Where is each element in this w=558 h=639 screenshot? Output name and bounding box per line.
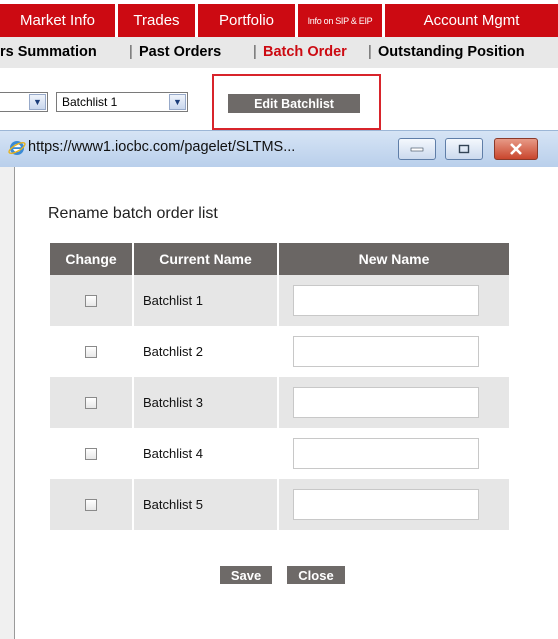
close-icon (510, 143, 522, 155)
current-name-cell: Batchlist 4 (133, 428, 279, 479)
column-header-current-name: Current Name (133, 243, 279, 275)
new-name-cell (278, 326, 509, 377)
close-window-button[interactable] (494, 138, 538, 160)
filter-select[interactable]: ▼ (0, 92, 48, 112)
tab-account-mgmt[interactable]: Account Mgmt (385, 4, 558, 37)
highlight-box (212, 74, 381, 130)
subnav-past-orders[interactable]: Past Orders (139, 44, 221, 60)
change-checkbox[interactable] (85, 498, 97, 511)
internet-explorer-icon (8, 141, 26, 155)
change-checkbox[interactable] (85, 396, 97, 409)
new-name-input[interactable] (293, 285, 479, 316)
maximize-icon (458, 144, 470, 154)
subnav-outstanding-position[interactable]: Outstanding Position (378, 44, 525, 60)
minimize-icon (410, 147, 424, 152)
sub-navigation: rs Summation | Past Orders | Batch Order… (0, 37, 558, 68)
change-cell (50, 275, 134, 326)
table-row: Batchlist 5 (50, 479, 509, 530)
new-name-cell (278, 275, 509, 326)
change-checkbox[interactable] (85, 294, 97, 307)
chevron-down-icon[interactable]: ▼ (169, 94, 186, 110)
minimize-button[interactable] (398, 138, 436, 160)
rename-table: Change Current Name New Name Batchlist 1… (50, 243, 509, 530)
new-name-input[interactable] (293, 489, 479, 520)
subnav-separator: | (253, 44, 257, 60)
popup-url: https://www1.iocbc.com/pagelet/SLTMS... (28, 139, 296, 155)
batchlist-select-value: Batchlist 1 (62, 95, 118, 109)
change-cell (50, 479, 134, 530)
current-name-cell: Batchlist 1 (133, 275, 279, 326)
change-checkbox[interactable] (85, 447, 97, 460)
table-row: Batchlist 1 (50, 275, 509, 326)
maximize-button[interactable] (445, 138, 483, 160)
column-header-change: Change (50, 243, 134, 275)
save-button[interactable]: Save (220, 566, 272, 584)
new-name-cell (278, 479, 509, 530)
top-navigation: Market Info Trades Portfolio Info on SIP… (0, 0, 558, 37)
change-cell (50, 326, 134, 377)
tab-trades[interactable]: Trades (118, 4, 195, 37)
chevron-down-icon[interactable]: ▼ (29, 94, 46, 110)
subnav-separator: | (368, 44, 372, 60)
popup-titlebar[interactable]: https://www1.iocbc.com/pagelet/SLTMS... (0, 130, 558, 167)
current-name-cell: Batchlist 5 (133, 479, 279, 530)
tab-market-info[interactable]: Market Info (0, 4, 115, 37)
dialog-title: Rename batch order list (48, 205, 218, 222)
current-name-cell: Batchlist 3 (133, 377, 279, 428)
new-name-input[interactable] (293, 438, 479, 469)
new-name-cell (278, 428, 509, 479)
batchlist-select[interactable]: Batchlist 1 ▼ (56, 92, 188, 112)
tab-portfolio[interactable]: Portfolio (198, 4, 295, 37)
subnav-orders-summation[interactable]: rs Summation (0, 44, 97, 60)
table-row: Batchlist 2 (50, 326, 509, 377)
close-button[interactable]: Close (287, 566, 345, 584)
new-name-input[interactable] (293, 387, 479, 418)
new-name-input[interactable] (293, 336, 479, 367)
tab-info-sip-eip[interactable]: Info on SIP & EIP (298, 4, 382, 37)
current-name-cell: Batchlist 2 (133, 326, 279, 377)
change-cell (50, 377, 134, 428)
column-header-new-name: New Name (278, 243, 509, 275)
change-checkbox[interactable] (85, 345, 97, 358)
subnav-separator: | (129, 44, 133, 60)
new-name-cell (278, 377, 509, 428)
table-row: Batchlist 4 (50, 428, 509, 479)
table-row: Batchlist 3 (50, 377, 509, 428)
subnav-batch-order[interactable]: Batch Order (263, 44, 347, 60)
change-cell (50, 428, 134, 479)
